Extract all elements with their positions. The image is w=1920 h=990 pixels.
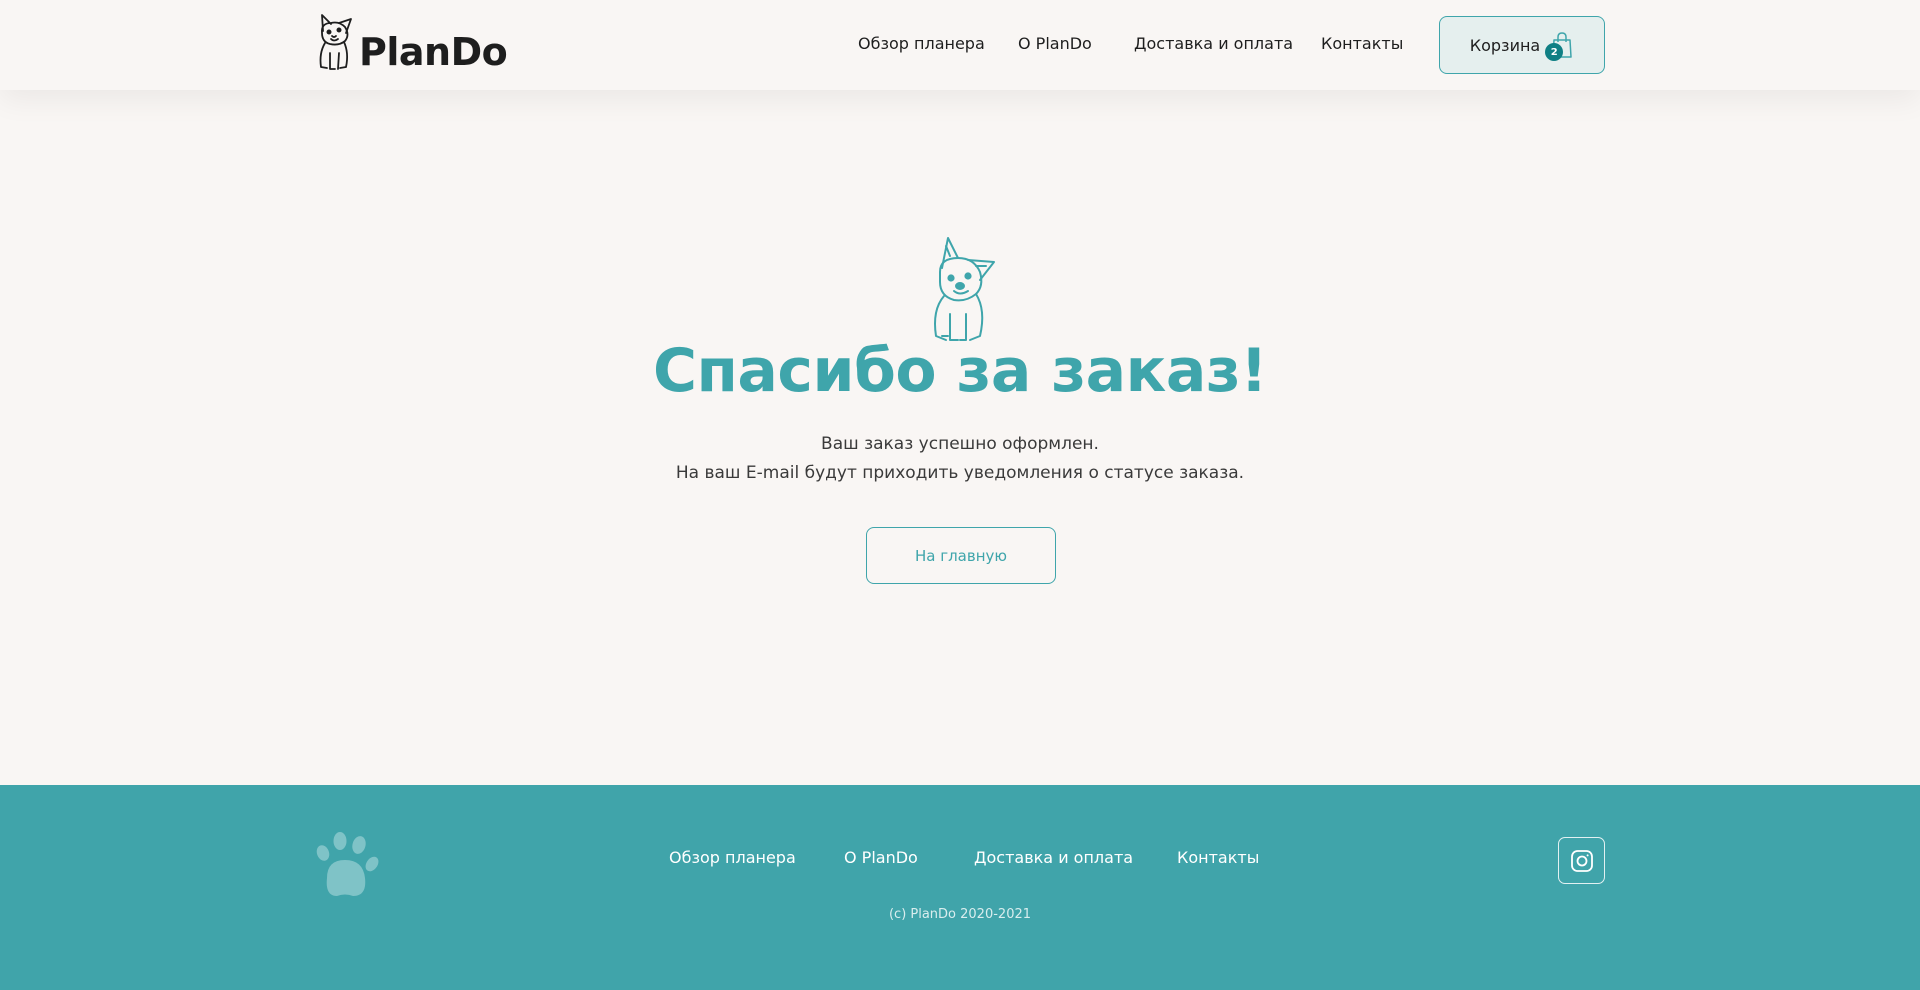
footer-nav-item-delivery[interactable]: Доставка и оплата bbox=[974, 848, 1133, 867]
home-button[interactable]: На главную bbox=[866, 527, 1056, 584]
site-header: PlanDo Обзор планера О PlanDo Доставка и… bbox=[0, 0, 1920, 90]
dog-logo-icon bbox=[319, 14, 352, 70]
page-title: Спасибо за заказ! bbox=[652, 336, 1268, 406]
nav-item-planner-overview[interactable]: Обзор планера bbox=[858, 34, 985, 53]
copyright: (c) PlanDo 2020-2021 bbox=[888, 907, 1032, 922]
instagram-button[interactable] bbox=[1558, 837, 1605, 884]
dog-illustration-icon bbox=[934, 237, 995, 341]
site-footer: Обзор планера О PlanDo Доставка и оплата… bbox=[0, 785, 1920, 990]
footer-nav-item-planner-overview[interactable]: Обзор планера bbox=[669, 848, 796, 867]
notification-message: На ваш E-mail будут приходить уведомлени… bbox=[675, 463, 1245, 483]
footer-nav-item-about[interactable]: О PlanDo bbox=[844, 848, 918, 867]
cart-button[interactable]: Корзина 2 bbox=[1439, 16, 1605, 74]
cart-label: Корзина bbox=[1469, 35, 1541, 55]
shopping-bag-icon: 2 bbox=[1545, 31, 1574, 61]
instagram-icon bbox=[1570, 849, 1593, 872]
paw-icon bbox=[316, 832, 379, 896]
nav-item-about[interactable]: О PlanDo bbox=[1018, 34, 1092, 53]
logo-text: PlanDo bbox=[359, 30, 508, 74]
footer-nav-item-contacts[interactable]: Контакты bbox=[1177, 848, 1259, 867]
confirmation-message: Ваш заказ успешно оформлен. bbox=[821, 434, 1099, 454]
logo[interactable]: PlanDo bbox=[313, 11, 508, 74]
nav-item-contacts[interactable]: Контакты bbox=[1321, 34, 1403, 53]
nav-item-delivery[interactable]: Доставка и оплата bbox=[1134, 34, 1293, 53]
